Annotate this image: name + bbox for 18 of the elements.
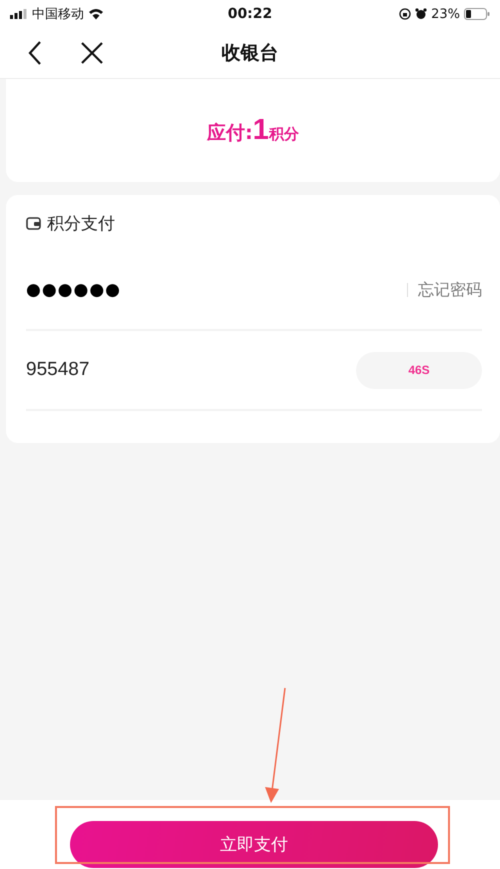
battery-icon [464, 8, 490, 20]
rotation-lock-icon [399, 8, 412, 20]
alarm-icon [415, 8, 428, 20]
verification-code-field[interactable]: 955487 [26, 359, 356, 381]
wifi-icon [88, 8, 104, 20]
pay-now-button[interactable]: 立即支付 [70, 821, 438, 868]
battery-percent: 23% [431, 6, 460, 22]
signal-icon [10, 9, 28, 19]
section-title: 积分支付 [47, 212, 115, 234]
close-button[interactable] [79, 40, 105, 66]
wallet-icon [26, 216, 41, 230]
amount-due-text: 应付:1积分 [207, 114, 299, 147]
countdown-button[interactable]: 46S [356, 352, 482, 388]
password-field[interactable]: ●●●●●● [26, 280, 407, 300]
page-title: 收银台 [222, 42, 278, 64]
status-time: 00:22 [228, 6, 272, 22]
forgot-password-link[interactable]: 忘记密码 [418, 280, 482, 300]
carrier-name: 中国移动 [32, 6, 84, 23]
